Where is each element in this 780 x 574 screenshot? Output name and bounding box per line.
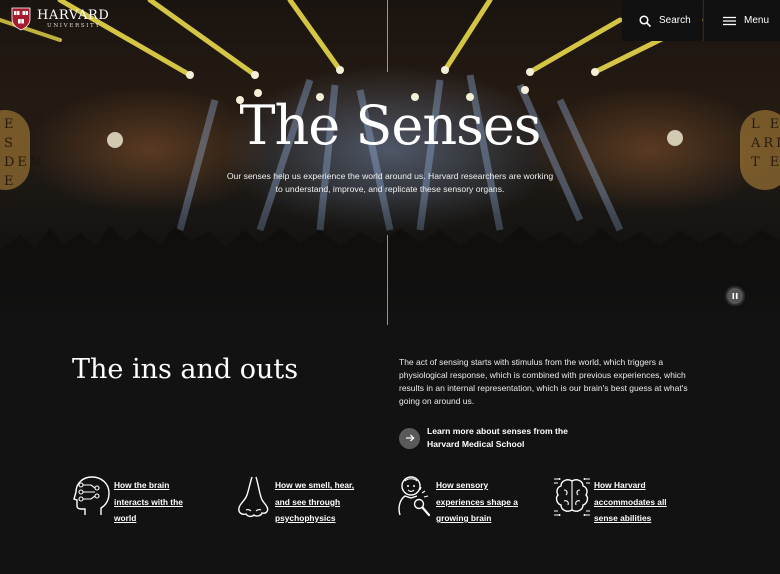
card-sense-abilities[interactable]: How Harvard accommodates all sense abili… [553,475,684,527]
hero-divider-top [387,0,388,72]
logo-wordmark: HARVARD [37,7,110,23]
card-growing-brain[interactable]: How sensory experiences shape a growing … [395,475,526,527]
search-label: Search [659,15,691,26]
pause-video-button[interactable] [725,286,745,306]
card-label: How sensory experiences shape a growing … [436,480,518,523]
hamburger-menu-icon [723,16,736,25]
nose-icon [238,476,269,518]
card-label: How Harvard accommodates all sense abili… [594,480,667,523]
arrow-right-icon [405,434,415,442]
menu-label: Menu [744,15,770,26]
harvard-shield-icon [11,7,31,31]
harvard-logo-link[interactable]: HARVARD UNIVERSITY [11,7,109,31]
section-body: The act of sensing starts with stimulus … [399,357,688,406]
logo-subtitle: UNIVERSITY [47,22,101,29]
hero-section: E SDENE S L EARIT E The Senses Our sense… [0,0,780,325]
learn-more-link[interactable]: Learn more about senses from the Harvard… [399,425,587,451]
learn-more-label: Learn more about senses from the Harvard… [427,426,568,449]
hero-divider-bottom [387,235,388,325]
card-label: How we smell, hear, and see through psyc… [275,480,355,523]
section-title: The ins and outs [72,354,299,385]
card-brain-world[interactable]: How the brain interacts with the world [73,475,204,527]
hero-subtitle: Our senses help us experience the world … [226,171,554,194]
hero-overlay [0,0,780,325]
card-psychophysics[interactable]: How we smell, hear, and see through psyc… [234,475,365,527]
search-button[interactable]: Search [622,0,702,41]
circuit-brain-icon [554,478,590,516]
arrow-circle [399,427,420,449]
pause-icon [732,293,738,299]
page-title: The Senses [239,94,541,157]
brain-head-icon [73,476,110,515]
card-label: How the brain interacts with the world [114,480,183,523]
child-magnifier-icon [398,476,431,517]
search-icon [639,14,651,27]
menu-button[interactable]: Menu [703,0,780,41]
